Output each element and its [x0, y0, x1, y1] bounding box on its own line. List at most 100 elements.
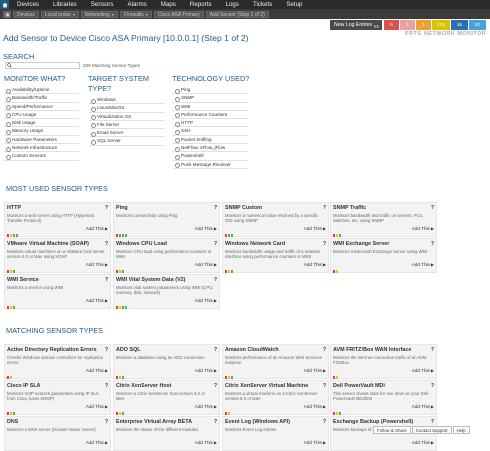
add-this-button[interactable]: Add This ▶ [412, 226, 434, 231]
sensor-card[interactable]: Dell PowerVault MDi? This sensor shows st… [330, 380, 437, 415]
add-this-button[interactable]: Add This ▶ [195, 298, 217, 303]
status-badge-up[interactable]: 36 [451, 20, 468, 30]
help-icon[interactable]: ? [214, 419, 217, 425]
help-icon[interactable]: ? [105, 205, 108, 211]
sensor-card[interactable]: Cisco IP SLA? Monitors VoIP network param… [4, 380, 111, 415]
filter-option[interactable]: NetFlow, sFlow, jFlow [173, 144, 248, 153]
filter-option[interactable]: HTTP [173, 119, 248, 128]
status-badge-down[interactable]: 6 [384, 20, 399, 30]
add-this-button[interactable]: Add This ▶ [304, 404, 326, 409]
sensor-card[interactable]: VMware Virtual Machine (SOAP)? Monitors v… [4, 238, 111, 273]
help-icon[interactable]: ? [323, 419, 326, 425]
add-this-button[interactable]: Add This ▶ [304, 262, 326, 267]
add-this-button[interactable]: Add This ▶ [86, 440, 108, 445]
breadcrumb-item[interactable]: Firewalls ▾ [119, 10, 152, 18]
add-this-button[interactable]: Add This ▶ [412, 404, 434, 409]
help-icon[interactable]: ? [105, 383, 108, 389]
nav-devices[interactable]: Devices [17, 0, 39, 9]
add-this-button[interactable]: Add This ▶ [412, 440, 434, 445]
search-input[interactable] [5, 62, 80, 69]
filter-option[interactable]: Linux/MacOS [89, 104, 164, 113]
breadcrumb-item[interactable]: Local probe ▾ [40, 10, 79, 18]
sensor-card[interactable]: WMI Exchange Server? Monitors a Microsoft… [330, 238, 437, 273]
filter-option[interactable]: Bandwidth/Traffic [4, 94, 79, 103]
sensor-card[interactable]: Citrix XenServer Host? Monitors a Citrix … [113, 380, 220, 415]
sensor-card[interactable]: AVM FRITZ!Box WAN Interface? Monitors the… [330, 344, 437, 379]
help-icon[interactable]: ? [431, 419, 434, 425]
help-icon[interactable]: ? [431, 205, 434, 211]
add-this-button[interactable]: Add This ▶ [86, 226, 108, 231]
help-icon[interactable]: ? [214, 277, 217, 283]
filter-option[interactable]: Powershell [173, 152, 248, 161]
add-this-button[interactable]: Add This ▶ [86, 262, 108, 267]
status-badge-warning[interactable]: 1 [416, 20, 431, 30]
help-icon[interactable]: ? [431, 383, 434, 389]
breadcrumb-item[interactable]: Devices [13, 10, 39, 18]
filter-option[interactable]: WMI [173, 103, 248, 111]
help-icon[interactable]: ? [214, 347, 217, 353]
help-icon[interactable]: ? [214, 205, 217, 211]
filter-option[interactable]: Ping [173, 86, 248, 95]
nav-sensors[interactable]: Sensors [91, 0, 114, 9]
help-icon[interactable]: ? [431, 241, 434, 247]
help-icon[interactable]: ? [105, 241, 108, 247]
filter-option[interactable]: SNMP [173, 94, 248, 103]
sensor-card[interactable]: WMI Service? Monitors a service using WMI… [4, 274, 111, 309]
nav-reports[interactable]: Reports [190, 0, 212, 9]
sensor-card[interactable]: WMI Vital System Data (V2)? Monitors vita… [113, 274, 220, 309]
add-this-button[interactable]: Add This ▶ [86, 298, 108, 303]
add-this-button[interactable]: Add This ▶ [86, 368, 108, 373]
home-icon[interactable] [0, 0, 9, 9]
sensor-card[interactable]: Amazon CloudWatch? Monitors performance o… [222, 344, 329, 379]
sensor-card[interactable]: HTTP? Monitors a web server using HTTP (H… [4, 202, 111, 237]
nav-alarms[interactable]: Alarms [127, 0, 146, 9]
status-badge-unusual[interactable]: 133 [432, 20, 450, 30]
breadcrumb-home-icon[interactable] [3, 10, 11, 18]
help-icon[interactable]: ? [105, 347, 108, 353]
filter-option[interactable]: SQL Server [89, 137, 164, 146]
help-icon[interactable]: ? [214, 241, 217, 247]
add-this-button[interactable]: Add This ▶ [304, 440, 326, 445]
new-log-entries-button[interactable]: New Log Entries 85 [330, 20, 382, 30]
add-this-button[interactable]: Add This ▶ [86, 404, 108, 409]
filter-option[interactable]: Custom Sensors [4, 152, 79, 161]
help-icon[interactable]: ? [323, 383, 326, 389]
filter-option[interactable]: Hardware Parameters [4, 136, 79, 145]
add-this-button[interactable]: Add This ▶ [412, 368, 434, 373]
help-icon[interactable]: ? [105, 419, 108, 425]
nav-maps[interactable]: Maps [161, 0, 176, 9]
help-icon[interactable]: ? [214, 383, 217, 389]
add-this-button[interactable]: Add This ▶ [195, 262, 217, 267]
filter-option[interactable]: Performance Counters [173, 111, 248, 120]
filter-option[interactable]: Speed/Performance [4, 103, 79, 111]
sensor-card[interactable]: Windows CPU Load? Monitors CPU load using… [113, 238, 220, 273]
help-icon[interactable]: ? [323, 241, 326, 247]
filter-option[interactable]: Disk Usage [4, 119, 79, 128]
nav-libraries[interactable]: Libraries [53, 0, 77, 9]
filter-option[interactable]: Push Message Receiver [173, 161, 248, 169]
contact-support-button[interactable]: Contact Support [411, 426, 452, 434]
nav-logs[interactable]: Logs [226, 0, 239, 9]
sensor-card[interactable]: SNMP Custom? Monitors a numerical value r… [222, 202, 329, 237]
follow-share-button[interactable]: Follow & Share [373, 426, 411, 434]
help-button[interactable]: Help [452, 426, 470, 434]
nav-tickets[interactable]: Tickets [253, 0, 272, 9]
sensor-card[interactable]: Ping? Monitors connectivity using Ping Add… [113, 202, 220, 237]
add-this-button[interactable]: Add This ▶ [195, 226, 217, 231]
sensor-card[interactable]: SNMP Traffic? Monitors bandwidth and traf… [330, 202, 437, 237]
status-badge-down-ack[interactable]: 1 [400, 20, 415, 30]
add-this-button[interactable]: Add This ▶ [195, 404, 217, 409]
filter-option[interactable]: CPU Usage [4, 111, 79, 120]
sensor-card[interactable]: Windows Network Card? Monitors bandwidth … [222, 238, 329, 273]
filter-option[interactable]: Memory Usage [4, 127, 79, 136]
add-this-button[interactable]: Add This ▶ [412, 262, 434, 267]
sensor-card[interactable]: ADO SQL? Monitors a database using an ADO… [113, 344, 220, 379]
filter-option[interactable]: Network Infrastructure [4, 144, 79, 153]
help-icon[interactable]: ? [105, 277, 108, 283]
filter-option[interactable]: Windows [89, 96, 164, 105]
filter-option[interactable]: Packet Sniffing [173, 136, 248, 145]
nav-setup[interactable]: Setup [286, 0, 302, 9]
filter-option[interactable]: SSH [173, 127, 248, 136]
filter-option[interactable]: Virtualization OS [89, 113, 164, 121]
breadcrumb-item[interactable]: Networking ▾ [80, 10, 118, 18]
